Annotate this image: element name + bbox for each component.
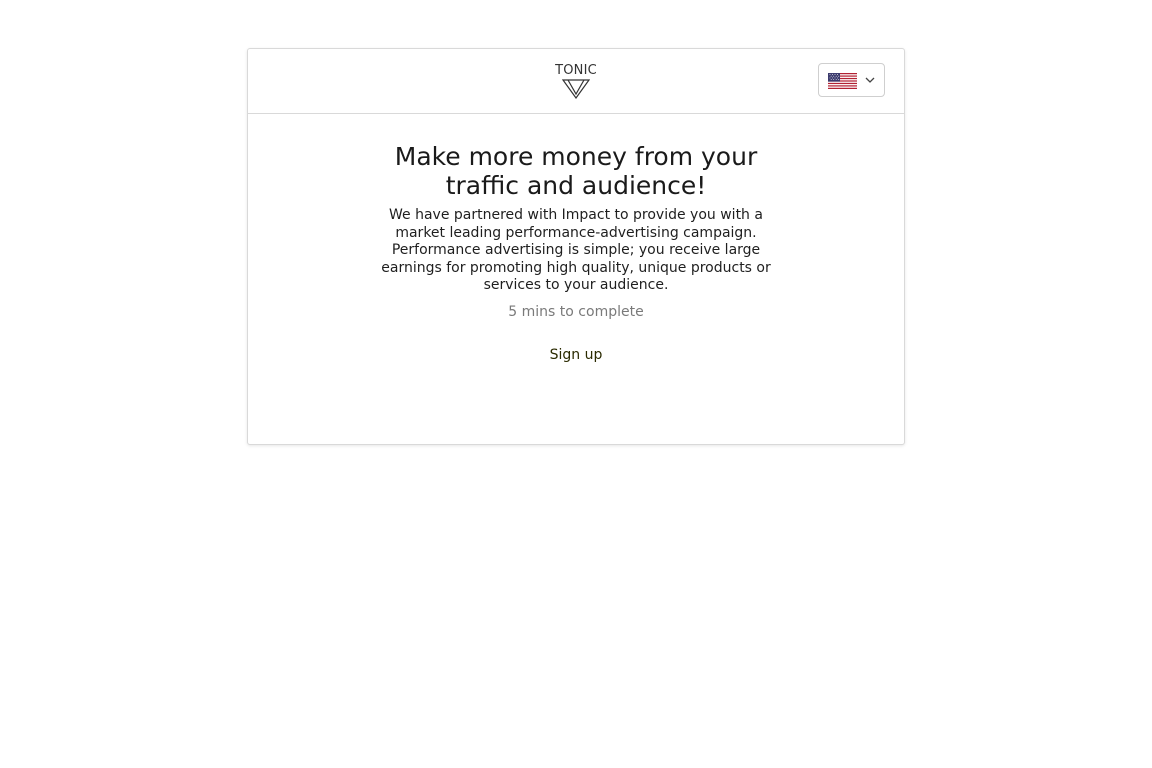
- logo-text: TONIC: [555, 63, 597, 78]
- signup-button[interactable]: Sign up: [550, 347, 603, 364]
- duration-text: 5 mins to complete: [508, 303, 644, 320]
- tonic-logo: TONIC: [551, 64, 601, 99]
- triangle-logo-icon: [562, 79, 590, 99]
- card-header: TONIC: [248, 49, 904, 114]
- language-selector[interactable]: [818, 63, 885, 97]
- signup-card: TONIC Make more money from your traffic …: [247, 48, 905, 445]
- main-content: Make more money from your traffic and au…: [248, 114, 904, 364]
- headline: Make more money from your traffic and au…: [394, 142, 758, 200]
- us-flag-icon: [828, 73, 857, 89]
- description: We have partnered with Impact to provide…: [381, 207, 771, 293]
- chevron-down-icon: [865, 77, 875, 83]
